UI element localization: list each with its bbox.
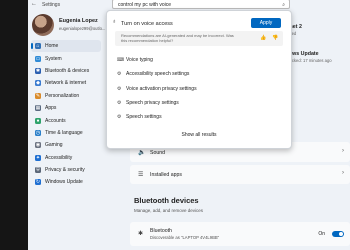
- settings-window: ← Settings Eugenia Lopez eugenialopez99@…: [28, 0, 350, 250]
- sidebar-item-windows-update[interactable]: ↻ Windows Update: [31, 176, 101, 188]
- voice-access-icon: ♁: [112, 19, 117, 25]
- sidebar-item-personalization[interactable]: ✎ Personalization: [31, 90, 101, 102]
- update-icon: ↻: [35, 179, 41, 186]
- accounts-icon: ●: [35, 117, 41, 124]
- thumbs-down-icon[interactable]: 👎: [272, 35, 278, 41]
- network-icon: ◆: [35, 80, 41, 87]
- bluetooth-card[interactable]: ✱ Bluetooth Discoverable as "LAPTOP 4V4L…: [130, 222, 350, 246]
- avatar: [32, 14, 54, 36]
- search-results-dropdown: ♁ Turn on voice access Apply Recommendat…: [106, 10, 292, 149]
- sound-label: Sound: [150, 150, 166, 156]
- search-result-label: Accessibility speech settings: [126, 71, 190, 78]
- sidebar-item-time-language[interactable]: ◷ Time & language: [31, 127, 101, 139]
- keyboard-icon: ⌨: [117, 57, 125, 63]
- sidebar-item-label: Gaming: [45, 142, 63, 149]
- sidebar-item-label: Time & language: [45, 129, 83, 136]
- gear-icon: ⚙: [117, 85, 122, 92]
- shield-icon: ⛨: [35, 167, 41, 174]
- bluetooth-label: Bluetooth: [150, 228, 172, 234]
- brush-icon: ✎: [35, 92, 41, 99]
- ai-feedback-box: Recommendations are AI-generated and may…: [115, 31, 283, 46]
- sidebar-item-label: Bluetooth & devices: [45, 67, 90, 74]
- profile-name: Eugenia Lopez: [59, 18, 98, 24]
- bluetooth-section-title: Bluetooth devices: [134, 196, 199, 205]
- chevron-right-icon: ›: [342, 170, 344, 176]
- sidebar-item-system[interactable]: ▭ System: [31, 52, 101, 64]
- sidebar-item-label: Accessibility: [45, 154, 73, 161]
- sidebar-item-home[interactable]: ⌂ Home: [31, 40, 101, 53]
- suggestion-title[interactable]: Turn on voice access: [121, 21, 173, 27]
- search-result-item[interactable]: ⚙ Speech privacy settings: [115, 96, 285, 110]
- speaker-icon: 🔈: [138, 150, 146, 156]
- gaming-icon: ◉: [35, 142, 41, 149]
- apps-list-icon: ☰: [138, 172, 144, 178]
- sidebar-item-label: System: [45, 55, 62, 62]
- gear-icon: ⚙: [117, 99, 122, 106]
- sidebar-item-privacy-security[interactable]: ⛨ Privacy & security: [31, 164, 101, 176]
- sidebar-item-label: Home: [45, 43, 59, 50]
- sidebar-item-bluetooth-devices[interactable]: ✱ Bluetooth & devices: [31, 65, 101, 77]
- apps-icon: ▦: [35, 105, 41, 112]
- sidebar-item-label: Windows Update: [45, 179, 83, 186]
- show-all-results-link[interactable]: Show all results: [107, 132, 291, 138]
- system-icon: ▭: [35, 55, 41, 62]
- back-button[interactable]: ←: [31, 1, 37, 7]
- sidebar-item-network-internet[interactable]: ◆ Network & internet: [31, 77, 101, 89]
- sidebar-item-label: Personalization: [45, 92, 80, 99]
- search-input[interactable]: control my pc with voice ⌕: [112, 0, 290, 9]
- clock-icon: ◷: [35, 129, 41, 136]
- sidebar-item-accessibility[interactable]: ✦ Accessibility: [31, 152, 101, 164]
- sidebar-item-label: Accounts: [45, 117, 66, 124]
- sidebar-item-label: Privacy & security: [45, 167, 85, 174]
- bluetooth-section-subtitle: Manage, add, and remove devices: [134, 208, 204, 213]
- home-icon: ⌂: [35, 43, 41, 50]
- search-query: control my pc with voice: [118, 2, 172, 8]
- search-result-item[interactable]: ⚙ Speech settings: [115, 110, 285, 124]
- sidebar-item-accounts[interactable]: ● Accounts: [31, 114, 101, 126]
- gear-icon: ⚙: [117, 114, 122, 121]
- search-results-list: ⌨ Voice typing ⚙ Accessibility speech setti…: [115, 53, 285, 124]
- sidebar-nav: ⌂ Home ▭ System ✱ Bluetooth & devices ◆ Network…: [31, 40, 101, 189]
- installed-apps-label: Installed apps: [150, 172, 183, 178]
- search-result-label: Voice typing: [126, 57, 153, 64]
- apply-button[interactable]: Apply: [251, 18, 281, 28]
- sidebar: Eugenia Lopez eugenialopez99@outlo... ⌂ H…: [28, 10, 106, 250]
- user-profile[interactable]: Eugenia Lopez eugenialopez99@outlo...: [32, 14, 106, 38]
- sidebar-item-label: Apps: [45, 105, 57, 112]
- search-icon[interactable]: ⌕: [282, 0, 285, 10]
- search-result-label: Speech privacy settings: [126, 100, 179, 107]
- bluetooth-toggle[interactable]: [332, 231, 344, 237]
- bluetooth-status: Discoverable as "LAPTOP 4V4L9BB": [150, 235, 220, 240]
- toggle-label: On: [318, 231, 325, 237]
- accessibility-icon: ✦: [35, 154, 41, 161]
- sidebar-item-apps[interactable]: ▦ Apps: [31, 102, 101, 114]
- search-result-item[interactable]: ⚙ Voice activation privacy settings: [115, 82, 285, 96]
- window-title: Settings: [42, 2, 61, 8]
- installed-apps-card[interactable]: ☰ Installed apps ›: [130, 165, 350, 184]
- sidebar-item-label: Network & internet: [45, 80, 87, 87]
- gear-icon: ⚙: [117, 71, 122, 78]
- profile-email: eugenialopez99@outlo...: [59, 26, 106, 31]
- bluetooth-icon: ✱: [138, 231, 144, 237]
- thumbs-up-icon[interactable]: 👍: [260, 35, 266, 41]
- sidebar-item-gaming[interactable]: ◉ Gaming: [31, 139, 101, 151]
- search-result-label: Speech settings: [126, 114, 162, 121]
- bluetooth-icon: ✱: [35, 67, 41, 74]
- search-result-item[interactable]: ⌨ Voice typing: [115, 53, 285, 67]
- search-result-item[interactable]: ⚙ Accessibility speech settings: [115, 67, 285, 81]
- search-result-label: Voice activation privacy settings: [126, 85, 197, 92]
- chevron-right-icon: ›: [342, 148, 344, 154]
- feedback-text: Recommendations are AI-generated and may…: [121, 33, 234, 43]
